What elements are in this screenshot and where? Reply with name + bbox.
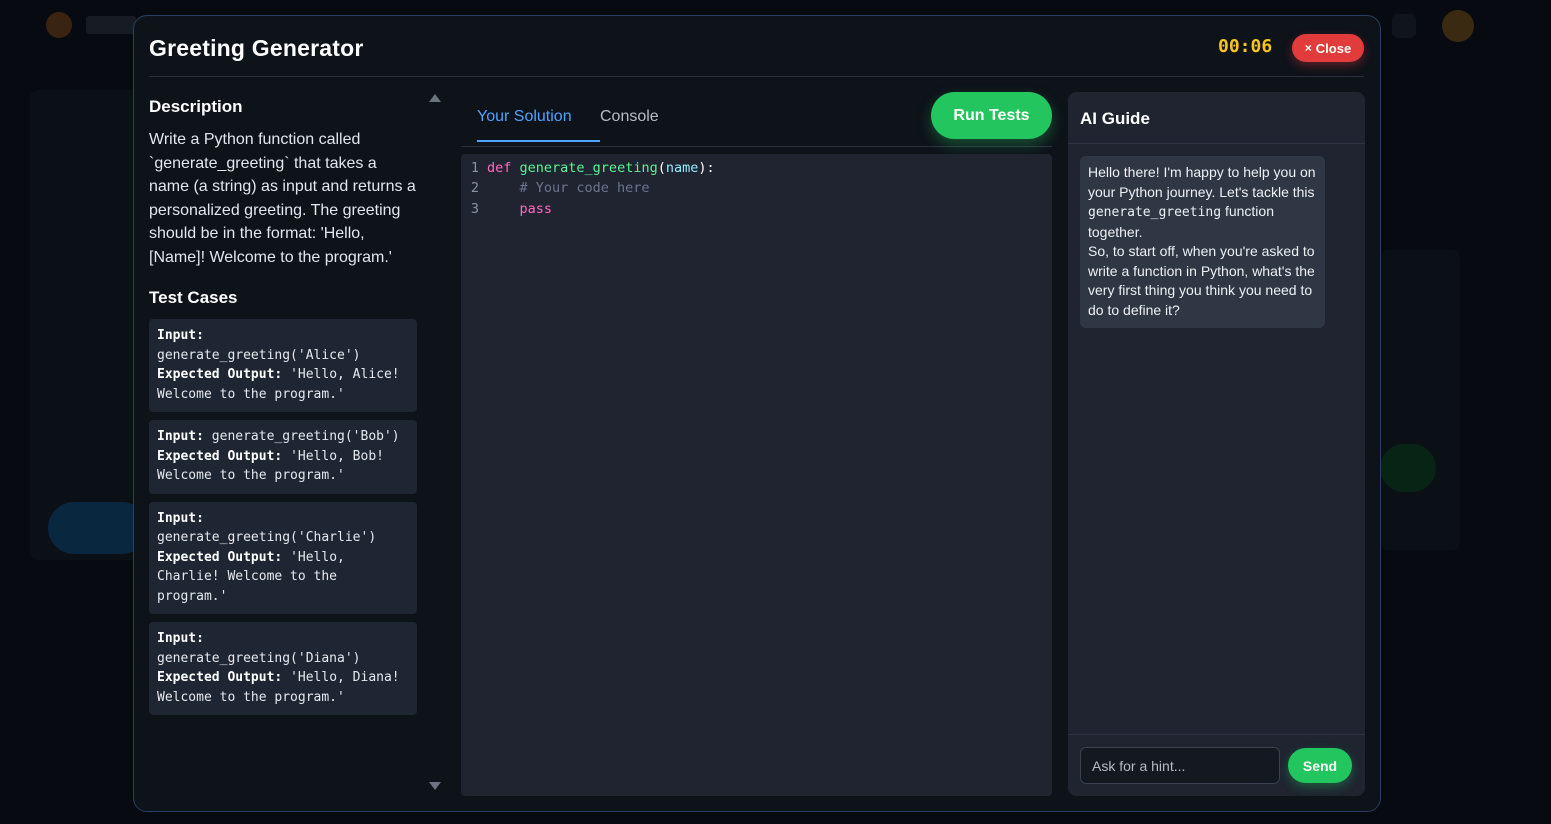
test-case: Input: generate_greeting('Diana') Expect… bbox=[149, 622, 417, 715]
code-text: def generate_greeting(name): bbox=[487, 160, 715, 176]
ai-message: Hello there! I'm happy to help you on yo… bbox=[1080, 156, 1325, 328]
app-brand bbox=[86, 16, 136, 34]
background-panel-right bbox=[1380, 250, 1460, 550]
input-label: Input: bbox=[157, 328, 204, 343]
test-case-input: generate_greeting('Alice') bbox=[157, 347, 361, 363]
modal-header: Greeting Generator 00:06 × Close bbox=[149, 16, 1364, 77]
expected-label: Expected Output: bbox=[157, 670, 283, 685]
code-editor[interactable]: 1 def generate_greeting(name): 2 # Your … bbox=[461, 154, 1052, 796]
description-title: Description bbox=[149, 97, 243, 116]
test-case: Input: generate_greeting('Bob') Expected… bbox=[149, 420, 417, 494]
expected-label: Expected Output: bbox=[157, 448, 283, 464]
ai-message-text: Hello there! I'm happy to help you on yo… bbox=[1088, 164, 1316, 200]
code-line: 3 pass bbox=[461, 201, 552, 221]
code-line: 1 def generate_greeting(name): bbox=[461, 160, 715, 180]
test-case-input: generate_greeting('Diana') bbox=[157, 650, 361, 666]
expected-label: Expected Output: bbox=[157, 367, 283, 382]
problem-panel[interactable]: Description Write a Python function call… bbox=[149, 94, 441, 794]
tab-your-solution[interactable]: Your Solution bbox=[477, 108, 600, 142]
test-case-input: generate_greeting('Bob') bbox=[211, 429, 400, 444]
description-text: Write a Python function called `generate… bbox=[149, 131, 416, 266]
background-button-green bbox=[1380, 444, 1436, 492]
ai-guide-title: AI Guide bbox=[1080, 109, 1150, 128]
expected-label: Expected Output: bbox=[157, 549, 283, 565]
avatar bbox=[1442, 10, 1474, 42]
code-text: # Your code here bbox=[487, 180, 650, 196]
tab-console[interactable]: Console bbox=[600, 108, 659, 140]
test-case: Input: generate_greeting('Charlie') Expe… bbox=[149, 501, 417, 614]
line-number: 3 bbox=[470, 201, 479, 217]
input-label: Input: bbox=[157, 631, 204, 646]
code-line: 2 # Your code here bbox=[461, 180, 650, 200]
ai-guide-header: AI Guide bbox=[1068, 92, 1365, 144]
scroll-down-arrow-icon[interactable] bbox=[429, 782, 441, 790]
close-button[interactable]: × Close bbox=[1292, 34, 1364, 62]
challenge-modal: Greeting Generator 00:06 × Close Descrip… bbox=[133, 15, 1381, 812]
ai-message-text: So, to start off, when you're asked to w… bbox=[1088, 243, 1315, 318]
send-button[interactable]: Send bbox=[1288, 748, 1352, 783]
run-tests-button[interactable]: Run Tests bbox=[931, 92, 1052, 139]
modal-title: Greeting Generator bbox=[149, 35, 364, 61]
line-number: 1 bbox=[470, 160, 479, 176]
test-case-input: generate_greeting('Charlie') bbox=[157, 530, 377, 545]
notification-icon bbox=[1392, 14, 1416, 38]
app-logo-icon bbox=[46, 12, 72, 38]
test-case: Input: generate_greeting('Alice') Expect… bbox=[149, 319, 417, 412]
background-panel bbox=[30, 90, 140, 560]
ai-guide-panel: AI Guide Hello there! I'm happy to help … bbox=[1068, 92, 1365, 796]
ai-guide-footer: Send bbox=[1068, 734, 1365, 796]
input-label: Input: bbox=[157, 429, 204, 444]
timer: 00:06 bbox=[1218, 36, 1273, 57]
ai-message-code: generate_greeting bbox=[1088, 205, 1222, 220]
close-label: Close bbox=[1315, 40, 1352, 56]
hint-input[interactable] bbox=[1080, 747, 1280, 784]
test-case-list: Input: generate_greeting('Alice') Expect… bbox=[149, 319, 417, 723]
test-cases-title: Test Cases bbox=[149, 288, 238, 307]
scroll-up-arrow-icon[interactable] bbox=[429, 94, 441, 102]
input-label: Input: bbox=[157, 510, 204, 526]
line-number: 2 bbox=[470, 180, 479, 196]
code-text: pass bbox=[519, 201, 553, 217]
close-icon: × bbox=[1304, 41, 1312, 55]
